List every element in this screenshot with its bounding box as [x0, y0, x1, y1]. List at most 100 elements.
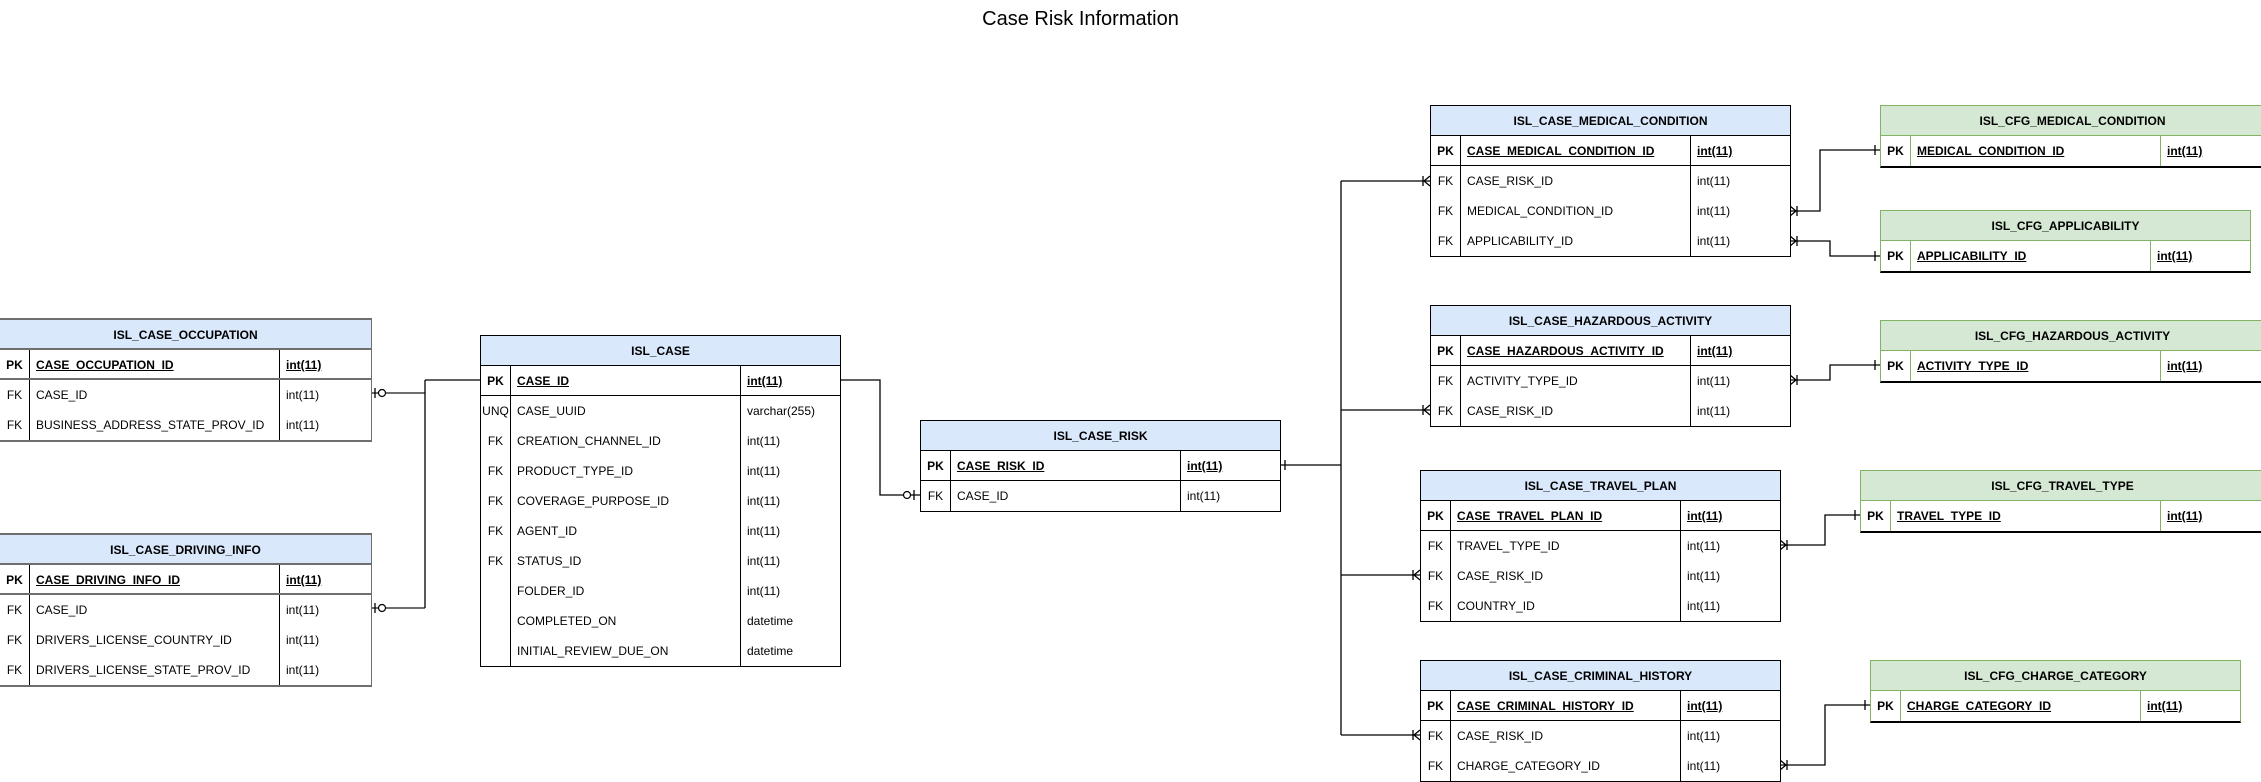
table-row[interactable]: FK PRODUCT_TYPE_ID int(11) [481, 456, 840, 486]
column-type: int(11) [1687, 569, 1721, 583]
entity-title: ISL_CASE_OCCUPATION [0, 320, 371, 350]
column-type: int(11) [747, 374, 783, 388]
table-row[interactable]: FK APPLICABILITY_ID int(11) [1431, 226, 1790, 256]
column-type: int(11) [747, 464, 781, 478]
table-row[interactable]: FK CASE_ID int(11) [0, 595, 371, 625]
pk-label: PK [1431, 336, 1461, 365]
column-name: CREATION_CHANNEL_ID [511, 426, 741, 456]
pk-row[interactable]: PK CASE_RISK_ID int(11) [921, 451, 1280, 481]
column-type: int(11) [1697, 374, 1731, 388]
entity-case-risk[interactable]: ISL_CASE_RISK PK CASE_RISK_ID int(11) FK… [920, 420, 1281, 512]
column-name: CASE_HAZARDOUS_ACTIVITY_ID [1461, 336, 1691, 365]
column-type: int(11) [2167, 144, 2203, 158]
column-name: DRIVERS_LICENSE_STATE_PROV_ID [30, 655, 280, 685]
table-row[interactable]: FK COVERAGE_PURPOSE_ID int(11) [481, 486, 840, 516]
pk-row[interactable]: PK CASE_OCCUPATION_ID int(11) [0, 350, 371, 380]
fk-label: FK [0, 655, 30, 685]
column-type: int(11) [747, 584, 781, 598]
entity-case-criminal-history[interactable]: ISL_CASE_CRIMINAL_HISTORY PK CASE_CRIMIN… [1420, 660, 1781, 782]
entity-cfg-medical-condition[interactable]: ISL_CFG_MEDICAL_CONDITION PK MEDICAL_CON… [1880, 105, 2261, 168]
entity-case-hazardous-activity[interactable]: ISL_CASE_HAZARDOUS_ACTIVITY PK CASE_HAZA… [1430, 305, 1791, 427]
table-row[interactable]: FK CASE_RISK_ID int(11) [1431, 396, 1790, 426]
pk-label: PK [1871, 691, 1901, 721]
table-row[interactable]: FK STATUS_ID int(11) [481, 546, 840, 576]
pk-row[interactable]: PK CHARGE_CATEGORY_ID int(11) [1871, 691, 2240, 721]
entity-cfg-hazardous-activity[interactable]: ISL_CFG_HAZARDOUS_ACTIVITY PK ACTIVITY_T… [1880, 320, 2261, 383]
table-row[interactable]: FK CHARGE_CATEGORY_ID int(11) [1421, 751, 1780, 781]
connector-travel-cfgtravel [1779, 510, 1860, 551]
table-row[interactable]: FK TRAVEL_TYPE_ID int(11) [1421, 531, 1780, 561]
column-type: int(11) [1187, 489, 1221, 503]
column-type: int(11) [747, 554, 781, 568]
column-type: datetime [747, 614, 794, 628]
column-name: STATUS_ID [511, 546, 741, 576]
table-row[interactable]: FK MEDICAL_CONDITION_ID int(11) [1431, 196, 1790, 226]
column-type: int(11) [286, 573, 322, 587]
table-row[interactable]: FK AGENT_ID int(11) [481, 516, 840, 546]
pk-row[interactable]: PK CASE_MEDICAL_CONDITION_ID int(11) [1431, 136, 1790, 166]
table-row[interactable]: FK CASE_ID int(11) [921, 481, 1280, 511]
pk-row[interactable]: PK CASE_TRAVEL_PLAN_ID int(11) [1421, 501, 1780, 531]
table-row[interactable]: FK COUNTRY_ID int(11) [1421, 591, 1780, 621]
pk-label: PK [0, 350, 30, 378]
column-type: int(11) [1697, 144, 1733, 158]
column-type: int(11) [2157, 249, 2193, 263]
pk-row[interactable]: PK APPLICABILITY_ID int(11) [1881, 241, 2250, 271]
table-row[interactable]: INITIAL_REVIEW_DUE_ON datetime [481, 636, 840, 666]
connector-case-caserisk [840, 379, 920, 500]
table-row[interactable]: FK CASE_RISK_ID int(11) [1431, 166, 1790, 196]
pk-row[interactable]: PK TRAVEL_TYPE_ID int(11) [1861, 501, 2261, 531]
table-row[interactable]: FK CREATION_CHANNEL_ID int(11) [481, 426, 840, 456]
pk-label: PK [1881, 241, 1911, 271]
entity-case-driving-info[interactable]: ISL_CASE_DRIVING_INFO PK CASE_DRIVING_IN… [0, 533, 372, 687]
column-name: APPLICABILITY_ID [1911, 241, 2151, 271]
fk-label: FK [481, 516, 511, 546]
fk-label: FK [0, 380, 30, 410]
entity-title: ISL_CASE [481, 336, 840, 366]
column-name: CASE_RISK_ID [951, 451, 1181, 480]
pk-label: PK [1421, 501, 1451, 530]
entity-case-medical-condition[interactable]: ISL_CASE_MEDICAL_CONDITION PK CASE_MEDIC… [1430, 105, 1791, 257]
table-row[interactable]: FK DRIVERS_LICENSE_COUNTRY_ID int(11) [0, 625, 371, 655]
column-name: ACTIVITY_TYPE_ID [1911, 351, 2161, 381]
entity-cfg-travel-type[interactable]: ISL_CFG_TRAVEL_TYPE PK TRAVEL_TYPE_ID in… [1860, 470, 2261, 533]
table-row[interactable]: FK DRIVERS_LICENSE_STATE_PROV_ID int(11) [0, 655, 371, 685]
table-row[interactable]: FOLDER_ID int(11) [481, 576, 840, 606]
entity-title: ISL_CASE_RISK [921, 421, 1280, 451]
fk-label: FK [1421, 751, 1451, 781]
pk-row[interactable]: PK ACTIVITY_TYPE_ID int(11) [1881, 351, 2261, 381]
pk-label: PK [1861, 501, 1891, 531]
column-name: TRAVEL_TYPE_ID [1451, 531, 1681, 561]
table-row[interactable]: FK CASE_RISK_ID int(11) [1421, 561, 1780, 591]
table-row[interactable]: FK CASE_RISK_ID int(11) [1421, 721, 1780, 751]
column-name: CASE_RISK_ID [1461, 396, 1691, 426]
entity-cfg-applicability[interactable]: ISL_CFG_APPLICABILITY PK APPLICABILITY_I… [1880, 210, 2251, 273]
connector-hazardous-cfghazardous [1789, 360, 1880, 386]
pk-row[interactable]: PK CASE_DRIVING_INFO_ID int(11) [0, 565, 371, 595]
table-row[interactable]: COMPLETED_ON datetime [481, 606, 840, 636]
pk-row[interactable]: PK CASE_HAZARDOUS_ACTIVITY_ID int(11) [1431, 336, 1790, 366]
column-name: COVERAGE_PURPOSE_ID [511, 486, 741, 516]
pk-row[interactable]: PK MEDICAL_CONDITION_ID int(11) [1881, 136, 2261, 166]
entity-case-travel-plan[interactable]: ISL_CASE_TRAVEL_PLAN PK CASE_TRAVEL_PLAN… [1420, 470, 1781, 622]
entity-case-occupation[interactable]: ISL_CASE_OCCUPATION PK CASE_OCCUPATION_I… [0, 318, 372, 442]
table-row[interactable]: FK BUSINESS_ADDRESS_STATE_PROV_ID int(11… [0, 410, 371, 440]
column-name: APPLICABILITY_ID [1461, 226, 1691, 256]
pk-row[interactable]: PK CASE_ID int(11) [481, 366, 840, 396]
column-name: MEDICAL_CONDITION_ID [1911, 136, 2161, 166]
column-name: CASE_DRIVING_INFO_ID [30, 565, 280, 593]
table-row[interactable]: FK ACTIVITY_TYPE_ID int(11) [1431, 366, 1790, 396]
entity-title: ISL_CFG_HAZARDOUS_ACTIVITY [1881, 321, 2261, 351]
column-type: int(11) [286, 603, 320, 617]
column-name: CASE_TRAVEL_PLAN_ID [1451, 501, 1681, 530]
table-row[interactable]: FK CASE_ID int(11) [0, 380, 371, 410]
column-name: CASE_ID [30, 380, 280, 410]
pk-row[interactable]: PK CASE_CRIMINAL_HISTORY_ID int(11) [1421, 691, 1780, 721]
entity-case[interactable]: ISL_CASE PK CASE_ID int(11) UNQ CASE_UUID… [480, 335, 841, 667]
entity-title: ISL_CFG_APPLICABILITY [1881, 211, 2250, 241]
pk-label: PK [1431, 136, 1461, 165]
table-row[interactable]: UNQ CASE_UUID varchar(255) [481, 396, 840, 426]
connector-medical-cfgapplicability [1789, 235, 1880, 261]
fk-label: FK [481, 486, 511, 516]
entity-cfg-charge-category[interactable]: ISL_CFG_CHARGE_CATEGORY PK CHARGE_CATEGO… [1870, 660, 2241, 723]
